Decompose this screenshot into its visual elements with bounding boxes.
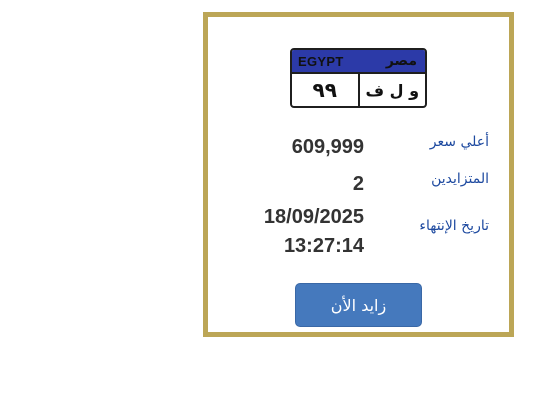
bid-now-button[interactable]: زايد الأن	[295, 283, 422, 327]
end-date-label: تاريخ الإنتهاء	[419, 218, 489, 234]
end-date-value: 18/09/2025	[263, 206, 364, 228]
end-time-value: 13:27:14	[283, 235, 364, 257]
plate-country-en: EGYPT	[298, 53, 344, 69]
bidders-row: المتزايدين 2	[228, 171, 489, 197]
highest-price-row: أعلي سعر 609,999	[228, 134, 489, 160]
highest-price-label: أعلي سعر	[429, 134, 489, 150]
highest-price-value: 609,999	[291, 136, 364, 158]
plate-body: ٩٩ و ل ف	[292, 74, 425, 106]
license-plate: EGYPT مصر ٩٩ و ل ف	[290, 48, 427, 108]
auction-card: EGYPT مصر ٩٩ و ل ف أعلي سعر 609,999 المت…	[203, 12, 514, 337]
plate-header: EGYPT مصر	[292, 50, 425, 74]
plate-country-ar: مصر	[385, 53, 417, 69]
plate-letters: و ل ف	[365, 80, 420, 100]
bidders-value: 2	[352, 173, 364, 195]
plate-numbers: ٩٩	[292, 74, 360, 106]
bidders-label: المتزايدين	[431, 171, 489, 187]
end-date-row: تاريخ الإنتهاء 18/09/2025 13:27:14	[228, 206, 489, 266]
